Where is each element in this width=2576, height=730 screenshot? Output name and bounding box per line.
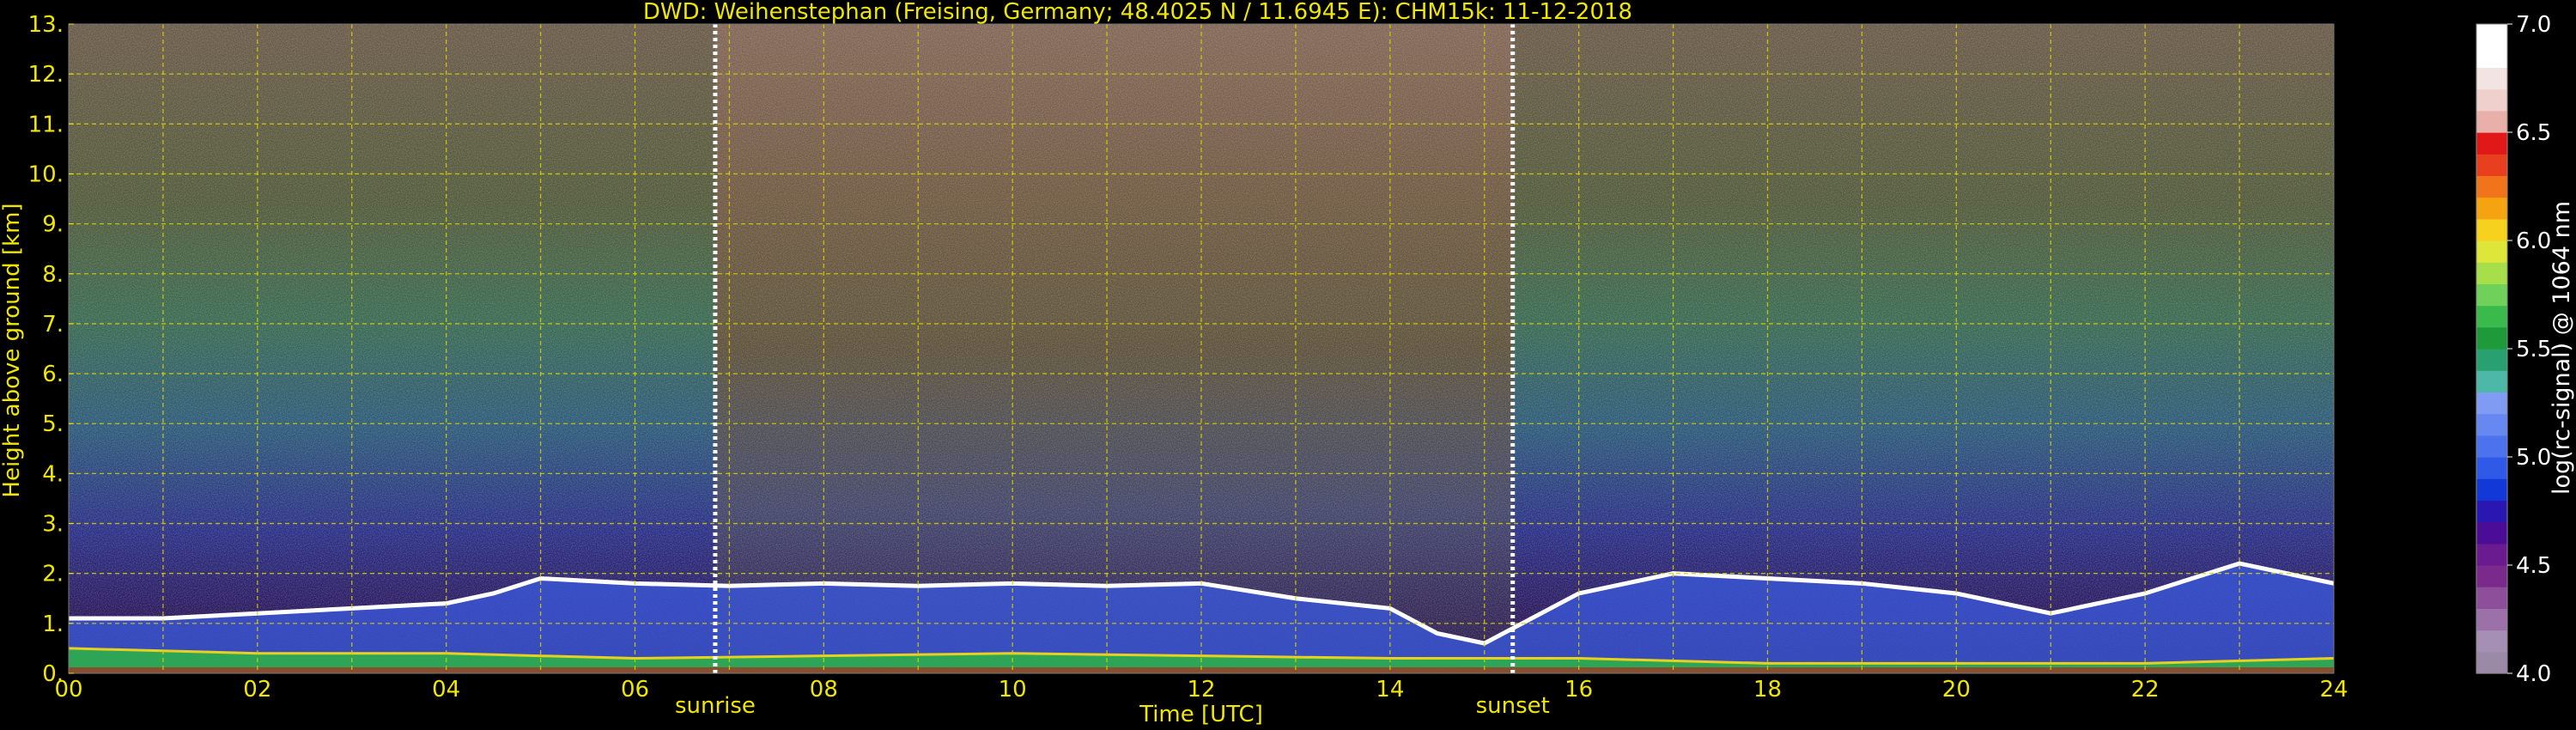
- colorbar-segment: [2476, 478, 2507, 501]
- colorbar-tick-label: 6.5: [2516, 120, 2551, 146]
- colorbar-segment: [2476, 608, 2507, 631]
- chart-title: DWD: Weihenstephan (Freising, Germany; 4…: [643, 0, 1632, 25]
- x-tick-label: 18: [1753, 677, 1782, 703]
- y-tick-label: 6.: [42, 362, 64, 387]
- colorbar-segment: [2476, 521, 2507, 544]
- y-axis-label: Height above ground [km]: [0, 203, 25, 497]
- ceilometer-chart: 0.1.2.3.4.5.6.7.8.9.10.11.12.13. 00 02 04 0…: [0, 0, 2575, 727]
- colorbar-segment: [2476, 392, 2507, 415]
- y-tick-label: 13.: [28, 12, 64, 38]
- colorbar-segment: [2476, 175, 2507, 198]
- colorbar-segment: [2476, 67, 2507, 90]
- colorbar-segment: [2476, 457, 2507, 479]
- colorbar-segment: [2476, 413, 2507, 436]
- colorbar-tick-label: 5.0: [2516, 445, 2551, 471]
- colorbar-label: log(rc-signal) @ 1064 nm: [2549, 201, 2575, 495]
- colorbar: 4.0 4.5 5.0 5.5 6.0 6.5 7.0: [2476, 12, 2551, 687]
- colorbar-segment: [2476, 110, 2507, 133]
- sunrise-label: sunrise: [675, 693, 756, 719]
- y-tick-label: 5.: [42, 411, 64, 437]
- colorbar-segment: [2476, 197, 2507, 220]
- x-tick-label: 12: [1187, 677, 1215, 703]
- colorbar-segment: [2476, 262, 2507, 284]
- colorbar-segment: [2476, 240, 2507, 263]
- colorbar-segment: [2476, 349, 2507, 371]
- y-axis-ticks: 0.1.2.3.4.5.6.7.8.9.10.11.12.13.: [28, 12, 74, 687]
- colorbar-segment: [2476, 283, 2507, 307]
- colorbar-segment: [2476, 587, 2507, 609]
- colorbar-tick-label: 7.0: [2516, 12, 2551, 38]
- colorbar-segment: [2476, 154, 2507, 176]
- colorbar-segment: [2476, 500, 2507, 523]
- colorbar-segment: [2476, 46, 2507, 68]
- colorbar-segment: [2476, 565, 2507, 587]
- colorbar-segment: [2476, 543, 2507, 566]
- x-tick-label: 20: [1942, 677, 1971, 703]
- y-tick-label: 9.: [42, 212, 64, 238]
- y-tick-label: 8.: [42, 262, 64, 288]
- x-axis-label: Time [UTC]: [1139, 702, 1263, 727]
- x-tick-label: 08: [810, 677, 838, 703]
- x-tick-label: 04: [432, 677, 460, 703]
- colorbar-tick-label: 4.5: [2516, 553, 2551, 579]
- x-axis-ticks: 00 02 04 06 08 10 12 14 16 18 20 22 24: [54, 677, 2348, 703]
- x-tick-label: 16: [1564, 677, 1593, 703]
- colorbar-segment: [2476, 370, 2507, 392]
- colorbar-tick-label: 5.5: [2516, 337, 2551, 362]
- x-tick-label: 14: [1376, 677, 1404, 703]
- x-tick-label: 00: [54, 677, 82, 703]
- y-tick-label: 3.: [42, 512, 64, 538]
- x-tick-label: 02: [243, 677, 271, 703]
- x-tick-label: 24: [2319, 677, 2348, 703]
- colorbar-segment: [2476, 218, 2507, 241]
- colorbar-segment: [2476, 305, 2507, 328]
- y-tick-label: 1.: [42, 611, 64, 637]
- sun-annotations: sunrise sunset: [675, 693, 1550, 719]
- y-tick-label: 7.: [42, 312, 64, 338]
- y-tick-label: 11.: [28, 112, 64, 137]
- sunset-label: sunset: [1476, 693, 1550, 719]
- y-tick-label: 10.: [28, 161, 64, 187]
- y-tick-label: 4.: [42, 461, 64, 487]
- colorbar-segment: [2476, 630, 2507, 653]
- colorbar-segment: [2476, 88, 2507, 112]
- y-tick-label: 2.: [42, 562, 64, 587]
- x-tick-label: 22: [2131, 677, 2160, 703]
- colorbar-segment: [2476, 132, 2507, 155]
- colorbar-segment: [2476, 326, 2507, 350]
- colorbar-segment: [2476, 651, 2507, 674]
- colorbar-tick-label: 4.0: [2516, 661, 2551, 687]
- x-tick-label: 10: [999, 677, 1027, 703]
- y-tick-label: 12.: [28, 62, 64, 88]
- colorbar-tick-label: 6.0: [2516, 228, 2551, 254]
- colorbar-segment: [2476, 435, 2507, 458]
- x-tick-label: 06: [621, 677, 649, 703]
- colorbar-segment: [2476, 24, 2507, 46]
